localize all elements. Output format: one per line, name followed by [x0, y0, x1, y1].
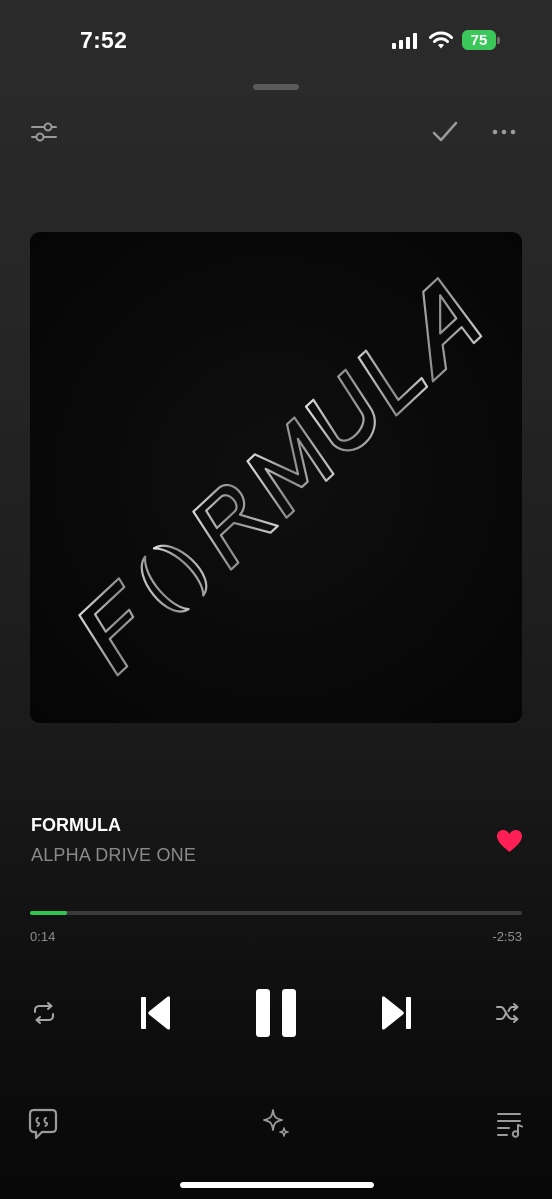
elapsed-time: 0:14	[30, 929, 56, 944]
battery-level: 75	[470, 31, 488, 49]
lyrics-quote-icon[interactable]	[28, 1108, 58, 1140]
heart-icon[interactable]	[496, 829, 523, 853]
progress-fill[interactable]	[30, 911, 67, 915]
song-title: FORMULA	[31, 815, 121, 835]
battery-tip	[497, 37, 500, 44]
skip-forward-icon[interactable]	[379, 995, 413, 1031]
sliders-icon[interactable]	[30, 120, 58, 144]
battery-indicator: 75	[462, 30, 496, 50]
sparkle-icon[interactable]	[260, 1108, 292, 1140]
album-artwork	[30, 232, 522, 723]
remaining-time: -2:53	[492, 929, 522, 944]
sheet-grabber[interactable]	[253, 84, 299, 90]
wifi-icon	[429, 31, 453, 49]
shuffle-icon[interactable]	[495, 1001, 521, 1025]
status-time: 7:52	[80, 27, 128, 53]
song-artist[interactable]: ALPHA DRIVE ONE	[31, 845, 196, 866]
pause-icon[interactable]	[254, 988, 298, 1038]
skip-back-icon[interactable]	[139, 995, 173, 1031]
progress-track[interactable]	[30, 911, 522, 915]
repeat-icon[interactable]	[31, 1001, 57, 1025]
checkmark-icon[interactable]	[431, 119, 459, 145]
artwork-lettering	[78, 277, 483, 677]
ellipsis-icon[interactable]	[491, 125, 517, 139]
home-indicator	[180, 1182, 374, 1188]
cellular-signal-icon	[392, 33, 418, 49]
queue-list-icon[interactable]	[496, 1110, 524, 1138]
